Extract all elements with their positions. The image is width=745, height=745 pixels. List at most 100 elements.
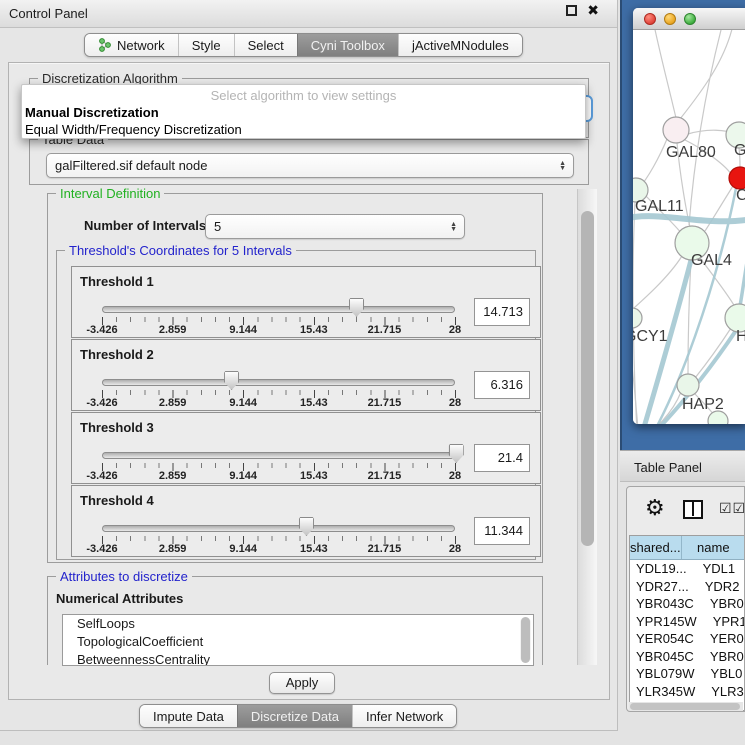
table-row[interactable]: YBL079WYBL0	[630, 665, 745, 683]
table-data-group: Table Data galFiltered.sif default node …	[29, 139, 589, 185]
table-row[interactable]: YDR27...YDR2	[630, 578, 745, 596]
cyni-toolbox-content: Discretization Algorithm Table Data galF…	[8, 62, 610, 700]
threshold-value-field[interactable]: 21.4	[474, 444, 530, 472]
spinner-arrows-icon: ▲▼	[559, 161, 566, 171]
algorithm-dropdown-popup: Select algorithm to view settings Manual…	[21, 84, 586, 139]
tab-select[interactable]: Select	[234, 34, 297, 56]
table-row[interactable]: YDL19...YDL1	[630, 560, 745, 578]
scrollbar-thumb[interactable]	[630, 703, 740, 710]
node-label-gal4: GAL4	[691, 252, 732, 269]
table-horizontal-scrollbar[interactable]	[629, 702, 743, 711]
threshold-slider-track[interactable]	[102, 306, 455, 313]
dropdown-hint: Select algorithm to view settings	[22, 88, 585, 103]
zoom-traffic-light-icon[interactable]	[684, 13, 696, 25]
tab-label: Impute Data	[153, 709, 224, 724]
select-columns-icon[interactable]: ☑☑	[719, 500, 745, 517]
tab-label: Cyni Toolbox	[311, 38, 385, 53]
group-label: Interval Definition	[56, 186, 164, 201]
thresholds-coordinates-group: Threshold's Coordinates for 5 Intervals …	[56, 250, 536, 560]
node-label-gal80: GAL80	[666, 144, 716, 161]
list-scrollbar[interactable]	[520, 617, 531, 663]
threshold-value-field[interactable]: 14.713	[474, 298, 530, 326]
list-item[interactable]: TopologicalCoefficient	[63, 633, 533, 651]
node-label-partial-ga: GA	[734, 142, 745, 159]
tab-label: Discretize Data	[251, 709, 339, 724]
threshold-slider-track[interactable]	[102, 379, 455, 386]
tab-network[interactable]: Network	[85, 34, 178, 56]
interval-definition-group: Interval Definition Number of Intervals …	[47, 193, 543, 563]
control-panel-tabbar: Network Style Select Cyni Toolbox jActiv…	[84, 33, 523, 57]
table-row[interactable]: YER054CYER0	[630, 630, 745, 648]
window-title: Control Panel	[9, 6, 88, 21]
close-traffic-light-icon[interactable]	[644, 13, 656, 25]
numerical-attributes-label: Numerical Attributes	[56, 591, 183, 606]
scrollbar-thumb[interactable]	[581, 211, 594, 546]
table-row[interactable]: YBR045CYBR0	[630, 648, 745, 666]
node-label-partial-h: H	[736, 328, 745, 345]
threshold-slider-thumb[interactable]	[449, 444, 464, 463]
network-canvas[interactable]: GAL80 GA C GAL11 GAL4 GCY1 H HAP2	[633, 30, 745, 424]
threshold-3-panel: Threshold 3 -3.426 2.859 9.144 15.43 21.…	[71, 412, 541, 484]
tab-infer-network[interactable]: Infer Network	[352, 705, 456, 727]
tab-jactivemnodules[interactable]: jActiveMNodules	[398, 34, 522, 56]
tab-impute-data[interactable]: Impute Data	[140, 705, 237, 727]
tab-label: Network	[117, 38, 165, 53]
threshold-value-field[interactable]: 11.344	[474, 517, 530, 545]
threshold-1-panel: Threshold 1 -3.426 2.859 9.144 15.43 21.…	[71, 266, 541, 338]
tab-style[interactable]: Style	[178, 34, 234, 56]
threshold-slider-track[interactable]	[102, 525, 455, 532]
group-label: Attributes to discretize	[56, 569, 192, 584]
node-table[interactable]: shared... name YDL19...YDL1 YDR27...YDR2…	[629, 535, 745, 711]
threshold-slider-track[interactable]	[102, 452, 455, 459]
tab-label: Select	[248, 38, 284, 53]
tab-label: Style	[192, 38, 221, 53]
network-icon	[98, 38, 112, 52]
float-window-icon[interactable]	[566, 5, 577, 16]
slider-scale: -3.426 2.859 9.144 15.43 21.715 28	[102, 397, 455, 409]
content-vertical-scrollbar[interactable]	[577, 189, 597, 665]
table-row[interactable]: YPR145WYPR1	[630, 613, 745, 631]
table-header-row: shared... name	[630, 536, 745, 560]
tab-label: Infer Network	[366, 709, 443, 724]
dropdown-option-equal-width-frequency[interactable]: Equal Width/Frequency Discretization	[25, 122, 242, 137]
table-row[interactable]: YBR043CYBR0	[630, 595, 745, 613]
threshold-slider-thumb[interactable]	[224, 371, 239, 390]
network-view-frame: GAL80 GA C GAL11 GAL4 GCY1 H HAP2	[620, 0, 745, 450]
tab-label: jActiveMNodules	[412, 38, 509, 53]
combobox-value: galFiltered.sif default node	[55, 158, 207, 173]
table-panel-title: Table Panel	[634, 460, 702, 475]
network-window-titlebar[interactable]	[633, 8, 745, 30]
tab-discretize-data[interactable]: Discretize Data	[237, 705, 352, 727]
number-of-intervals-combobox[interactable]: 5 ▲▼	[205, 214, 465, 239]
column-header-name[interactable]: name	[682, 536, 745, 559]
slider-scale: -3.426 2.859 9.144 15.43 21.715 28	[102, 470, 455, 482]
list-item[interactable]: BetweennessCentrality	[63, 651, 533, 666]
spinner-arrows-icon: ▲▼	[450, 222, 457, 232]
table-panel-toolbar: ⚙ ☑☑	[627, 487, 744, 531]
threshold-2-panel: Threshold 2 -3.426 2.859 9.144 15.43 21.…	[71, 339, 541, 411]
control-panel-titlebar: Control Panel ✖	[0, 0, 617, 28]
close-icon[interactable]: ✖	[587, 5, 599, 16]
threshold-slider-thumb[interactable]	[299, 517, 314, 536]
node-label-hap2: HAP2	[682, 396, 724, 413]
numerical-attributes-list[interactable]: SelfLoops TopologicalCoefficient Between…	[62, 614, 534, 666]
threshold-label: Threshold 4	[80, 493, 154, 508]
network-window[interactable]: GAL80 GA C GAL11 GAL4 GCY1 H HAP2	[633, 8, 745, 424]
dropdown-option-manual-discretization[interactable]: Manual Discretization	[25, 105, 159, 120]
table-data-combobox[interactable]: galFiltered.sif default node ▲▼	[46, 153, 574, 178]
threshold-slider-thumb[interactable]	[349, 298, 364, 317]
table-panel-titlebar: Table Panel	[620, 450, 745, 482]
list-item[interactable]: SelfLoops	[63, 615, 533, 633]
table-row[interactable]: YLR345WYLR3	[630, 683, 745, 701]
table-panel-box: ⚙ ☑☑ shared... name YDL19...YDL1 YDR27..…	[626, 486, 745, 712]
columns-icon[interactable]	[683, 500, 703, 519]
threshold-value-field[interactable]: 6.316	[474, 371, 530, 399]
apply-button[interactable]: Apply	[269, 672, 335, 694]
table-panel-body: ⚙ ☑☑ shared... name YDL19...YDL1 YDR27..…	[620, 482, 745, 745]
slider-scale: -3.426 2.859 9.144 21.715 15.43 28	[102, 543, 455, 555]
tab-cyni-toolbox[interactable]: Cyni Toolbox	[297, 34, 398, 56]
minimize-traffic-light-icon[interactable]	[664, 13, 676, 25]
control-panel-window: Control Panel ✖ Network Style Select Cyn	[0, 0, 618, 731]
gear-icon[interactable]: ⚙	[645, 495, 665, 521]
column-header-shared-name[interactable]: shared...	[630, 536, 682, 559]
